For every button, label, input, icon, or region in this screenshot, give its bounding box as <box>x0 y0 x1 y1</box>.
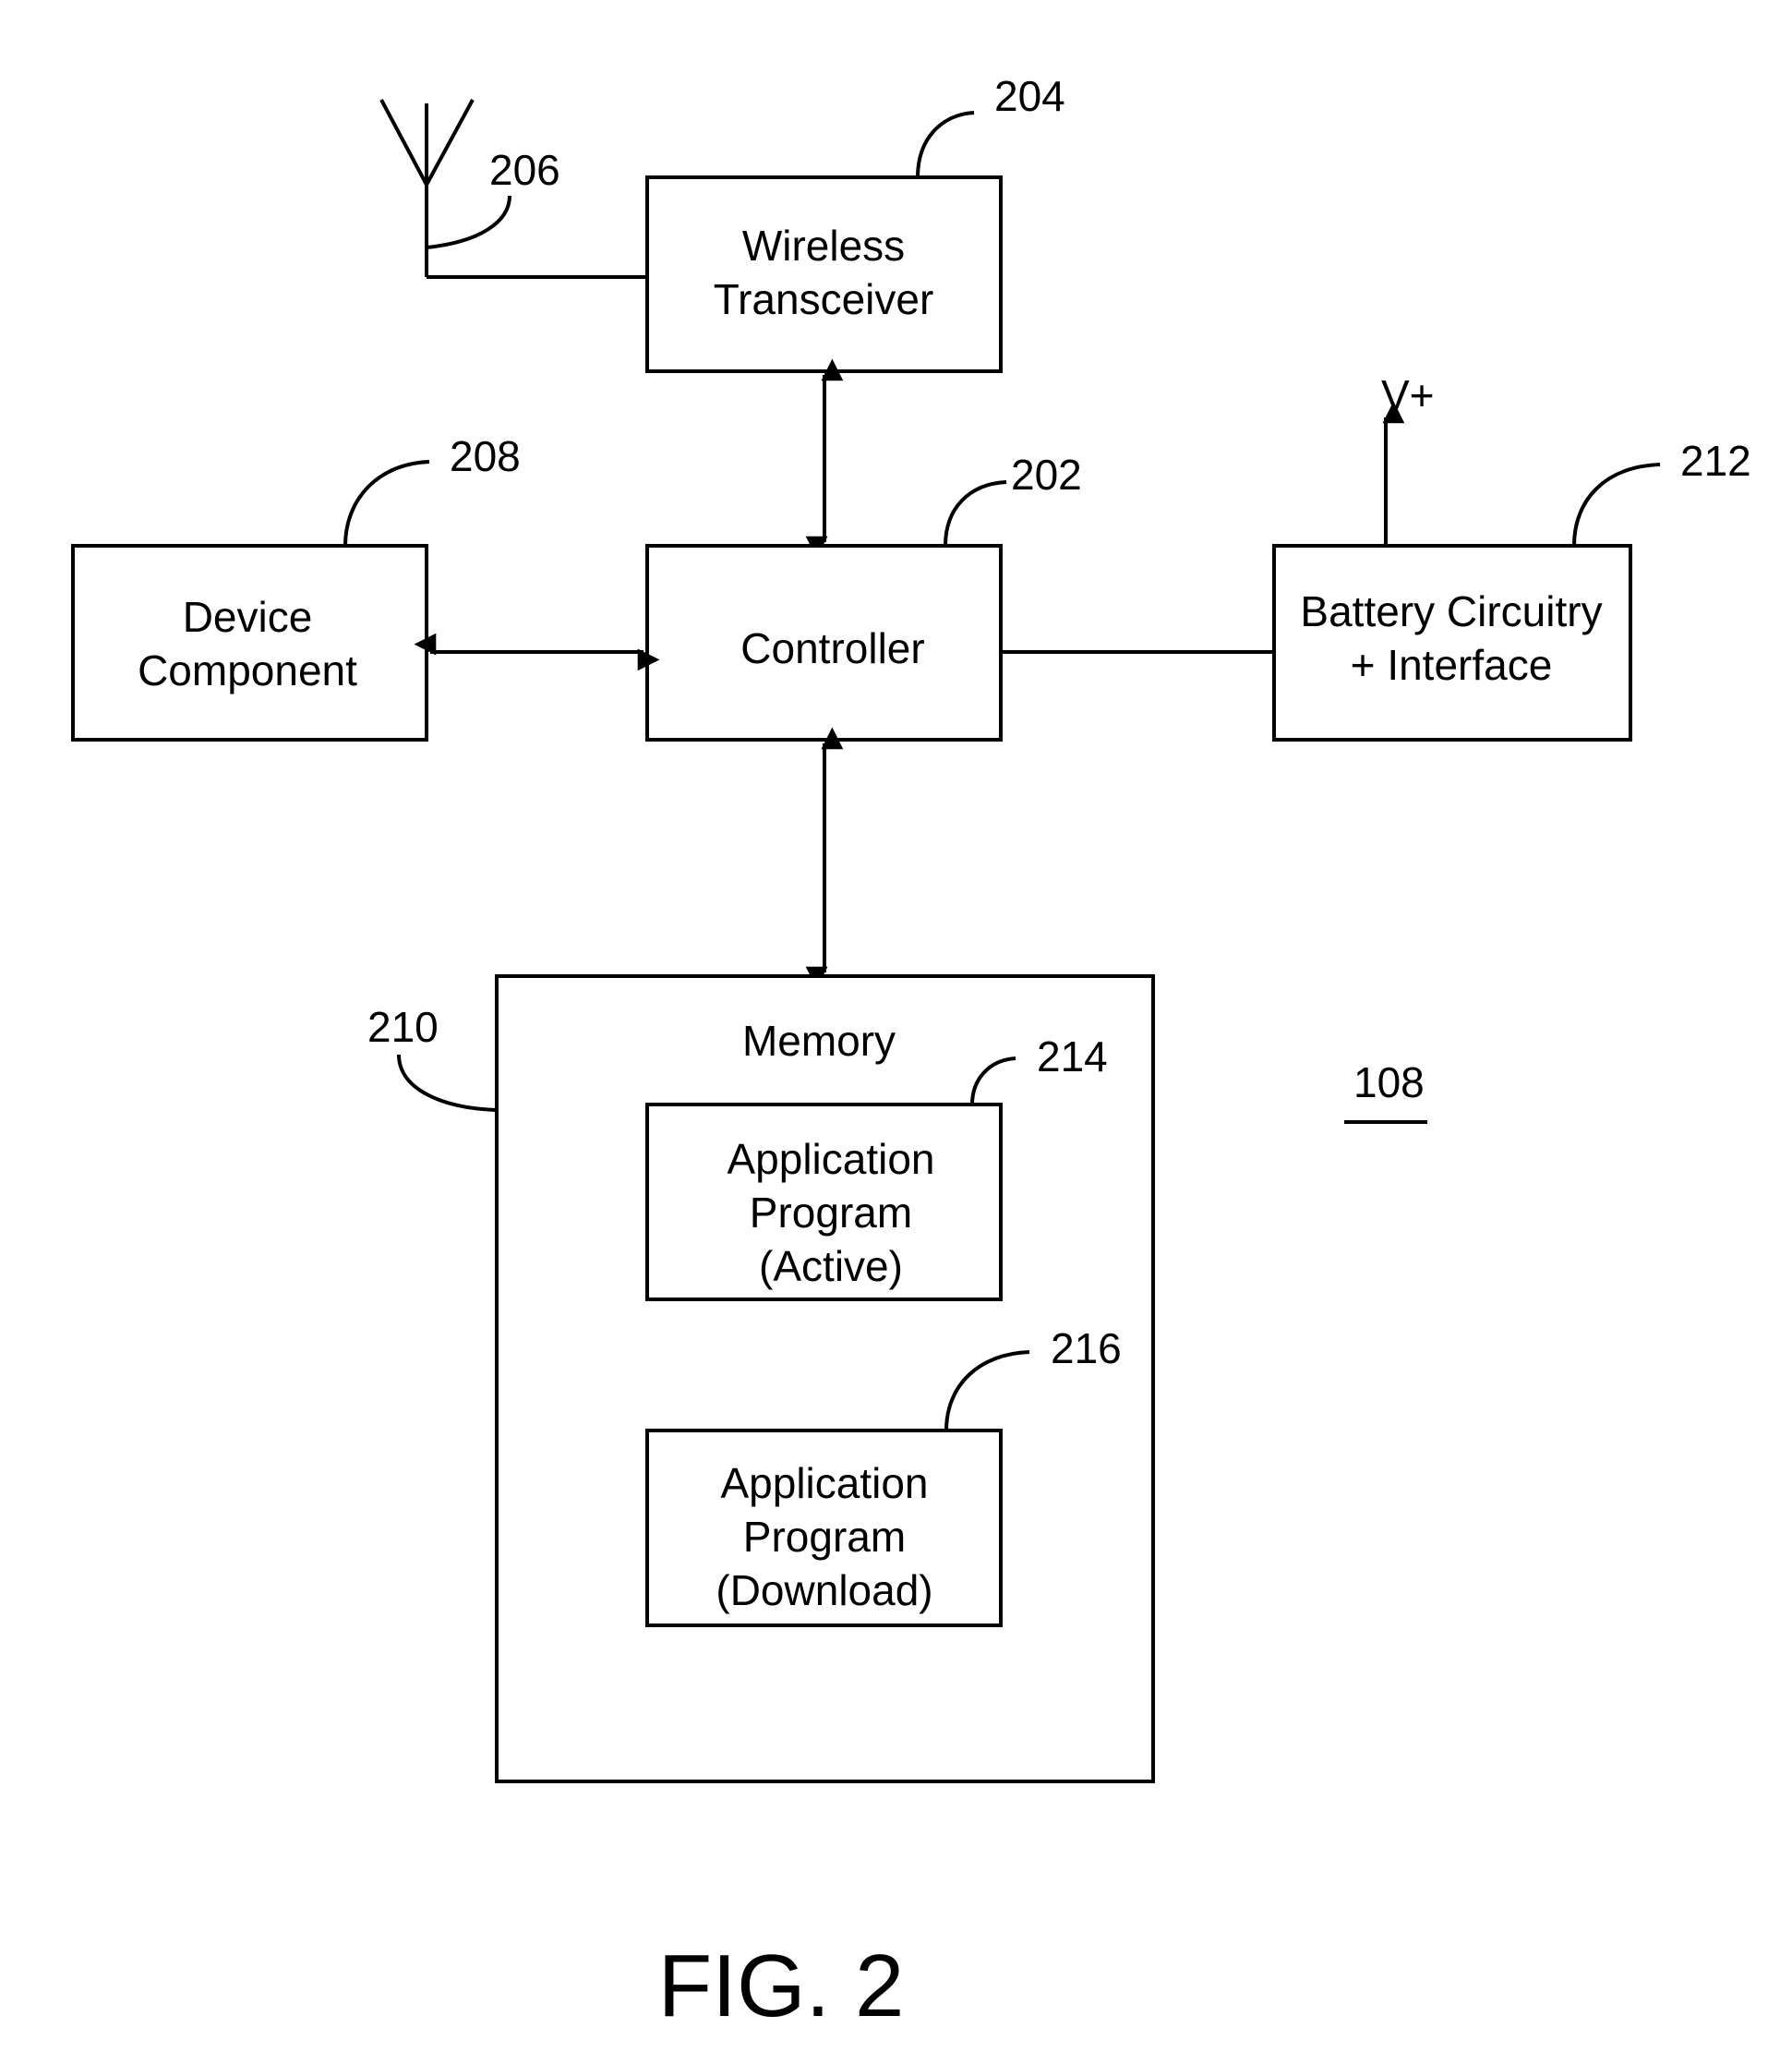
app-download-label-1: Application <box>720 1459 928 1507</box>
device-component-label-1: Device <box>183 593 313 641</box>
app-active-label-1: Application <box>727 1135 934 1183</box>
device-component-label-2: Component <box>138 646 357 694</box>
wireless-transceiver-label-2: Transceiver <box>714 275 934 323</box>
leader-208 <box>343 460 430 547</box>
leader-210 <box>397 1054 498 1112</box>
ref-208: 208 <box>450 432 521 480</box>
memory-title: Memory <box>742 1017 896 1065</box>
ref-214: 214 <box>1037 1032 1108 1080</box>
block-diagram: 206 Wireless Transceiver 204 Controller … <box>71 72 1751 2035</box>
wireless-transceiver-block <box>645 175 1003 373</box>
app-download-label-2: Program <box>743 1513 906 1561</box>
ref-210: 210 <box>367 1003 439 1051</box>
ref-212: 212 <box>1680 437 1751 485</box>
ref-206: 206 <box>489 146 560 194</box>
leader-212 <box>1572 463 1661 547</box>
app-download-label-3: (Download) <box>716 1566 932 1614</box>
battery-label-2: + Interface <box>1351 641 1553 689</box>
wireless-transceiver-label-1: Wireless <box>742 222 905 270</box>
leader-202 <box>944 480 1007 547</box>
battery-label-1: Battery Circuitry <box>1300 587 1602 635</box>
app-active-label-3: (Active) <box>759 1242 903 1290</box>
vplus-label: V+ <box>1381 371 1435 419</box>
leader-206 <box>426 195 511 249</box>
ref-204: 204 <box>994 72 1065 120</box>
device-component-block <box>71 544 428 742</box>
controller-label: Controller <box>740 624 924 672</box>
leader-204 <box>916 111 975 178</box>
ref-216: 216 <box>1051 1324 1122 1372</box>
memory-block <box>495 974 1155 1783</box>
ref-202: 202 <box>1011 451 1082 499</box>
figure-caption: FIG. 2 <box>658 1937 905 2035</box>
app-active-label-2: Program <box>750 1189 912 1237</box>
device-ref-108: 108 <box>1353 1058 1425 1106</box>
